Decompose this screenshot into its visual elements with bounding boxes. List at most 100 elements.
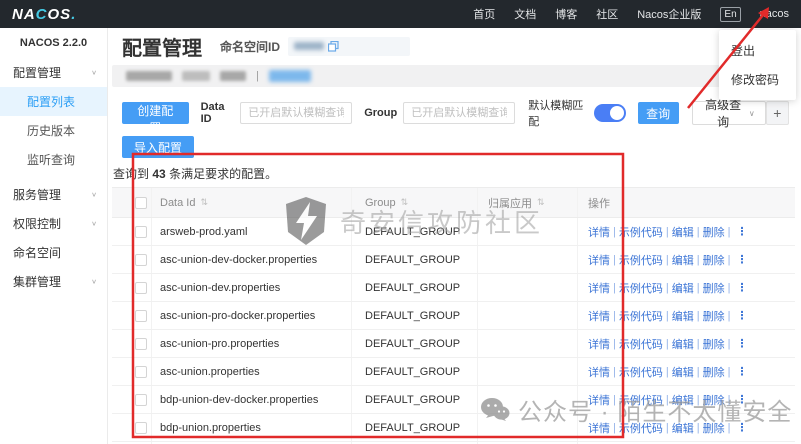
more-actions-icon[interactable]: ⋮ bbox=[736, 365, 747, 378]
sidebar-item-auth-control[interactable]: 权限控制 ∨ bbox=[0, 209, 107, 238]
nav-docs[interactable]: 文档 bbox=[514, 6, 536, 22]
redacted-namespace-tab-active[interactable] bbox=[268, 70, 311, 82]
cell-group: DEFAULT_GROUP bbox=[365, 225, 461, 238]
dataid-input[interactable] bbox=[240, 102, 353, 124]
advanced-search-button[interactable]: 高级查询 ∨ bbox=[691, 98, 766, 129]
action-edit[interactable]: 编辑 bbox=[672, 308, 694, 324]
row-checkbox[interactable] bbox=[135, 253, 147, 266]
action-delete[interactable]: 删除 bbox=[703, 252, 725, 268]
action-edit[interactable]: 编辑 bbox=[672, 392, 694, 408]
cell-group: DEFAULT_GROUP bbox=[365, 421, 461, 434]
sidebar-item-cluster-management[interactable]: 集群管理 ∨ bbox=[0, 267, 107, 296]
copy-icon[interactable] bbox=[328, 40, 339, 52]
sort-icon[interactable]: ⇅ bbox=[401, 197, 409, 208]
logout-menu-item[interactable]: 登出 bbox=[719, 36, 796, 65]
sidebar-item-config-management[interactable]: 配置管理 ∨ bbox=[0, 58, 107, 87]
row-checkbox[interactable] bbox=[135, 281, 147, 294]
sidebar-item-service-management[interactable]: 服务管理 ∨ bbox=[0, 180, 107, 209]
row-checkbox[interactable] bbox=[135, 309, 147, 322]
action-sample-code[interactable]: 示例代码 bbox=[619, 392, 663, 408]
more-actions-icon[interactable]: ⋮ bbox=[736, 309, 747, 322]
more-actions-icon[interactable]: ⋮ bbox=[736, 253, 747, 266]
user-menu-button[interactable]: nacos bbox=[760, 8, 789, 20]
action-sample-code[interactable]: 示例代码 bbox=[619, 308, 663, 324]
action-edit[interactable]: 编辑 bbox=[672, 224, 694, 240]
import-config-button[interactable]: 导入配置 bbox=[122, 136, 195, 158]
action-delete[interactable]: 删除 bbox=[703, 336, 725, 352]
action-edit[interactable]: 编辑 bbox=[672, 364, 694, 380]
action-detail[interactable]: 详情 bbox=[588, 392, 610, 408]
action-delete[interactable]: 删除 bbox=[703, 224, 725, 240]
sidebar-item-namespace[interactable]: 命名空间 bbox=[0, 238, 107, 267]
more-actions-icon[interactable]: ⋮ bbox=[736, 281, 747, 294]
action-delete[interactable]: 删除 bbox=[703, 308, 725, 324]
sidebar-item-listener-query[interactable]: 监听查询 bbox=[0, 145, 107, 174]
nav-blog[interactable]: 博客 bbox=[555, 6, 577, 22]
action-edit[interactable]: 编辑 bbox=[672, 252, 694, 268]
action-separator: | bbox=[613, 365, 616, 378]
nav-enterprise[interactable]: Nacos企业版 bbox=[637, 6, 701, 22]
action-delete[interactable]: 删除 bbox=[703, 364, 725, 380]
cell-group: DEFAULT_GROUP bbox=[365, 309, 461, 322]
action-separator: | bbox=[727, 281, 731, 294]
nav-home[interactable]: 首页 bbox=[473, 6, 495, 22]
toggle-knob bbox=[609, 106, 624, 120]
action-edit[interactable]: 编辑 bbox=[672, 336, 694, 352]
action-delete[interactable]: 删除 bbox=[703, 420, 725, 436]
sort-icon[interactable]: ⇅ bbox=[537, 197, 545, 208]
row-checkbox[interactable] bbox=[135, 393, 147, 406]
action-separator: | bbox=[665, 337, 669, 350]
add-button[interactable]: + bbox=[765, 101, 789, 125]
action-separator: | bbox=[665, 225, 669, 238]
more-actions-icon[interactable]: ⋮ bbox=[736, 393, 747, 406]
cell-data-id: asc-union-dev-docker.properties bbox=[160, 253, 318, 266]
action-separator: | bbox=[613, 281, 616, 294]
redacted-namespace-tab[interactable] bbox=[126, 71, 172, 81]
more-actions-icon[interactable]: ⋮ bbox=[736, 337, 747, 350]
nav-community[interactable]: 社区 bbox=[596, 6, 618, 22]
change-password-menu-item[interactable]: 修改密码 bbox=[719, 65, 796, 94]
action-sample-code[interactable]: 示例代码 bbox=[619, 252, 663, 268]
action-detail[interactable]: 详情 bbox=[588, 336, 610, 352]
column-header-dataid: Data Id bbox=[160, 196, 196, 209]
row-checkbox[interactable] bbox=[135, 337, 147, 350]
sidebar-item-label: 监听查询 bbox=[27, 153, 76, 167]
chevron-down-icon: ∨ bbox=[748, 108, 755, 118]
row-checkbox[interactable] bbox=[135, 365, 147, 378]
sidebar: NACOS 2.2.0 配置管理 ∨ 配置列表 历史版本 监听查询 服务管理 ∨… bbox=[0, 28, 108, 444]
action-detail[interactable]: 详情 bbox=[588, 364, 610, 380]
sidebar-item-config-list[interactable]: 配置列表 bbox=[0, 87, 107, 116]
row-checkbox[interactable] bbox=[135, 421, 147, 434]
action-detail[interactable]: 详情 bbox=[588, 308, 610, 324]
row-checkbox[interactable] bbox=[135, 225, 147, 238]
tab-separator: | bbox=[256, 70, 259, 82]
action-edit[interactable]: 编辑 bbox=[672, 280, 694, 296]
action-sample-code[interactable]: 示例代码 bbox=[619, 224, 663, 240]
group-input[interactable] bbox=[403, 102, 516, 124]
action-sample-code[interactable]: 示例代码 bbox=[619, 364, 663, 380]
sidebar-item-history[interactable]: 历史版本 bbox=[0, 116, 107, 145]
action-detail[interactable]: 详情 bbox=[588, 420, 610, 436]
redacted-namespace-tab[interactable] bbox=[220, 71, 246, 81]
action-delete[interactable]: 删除 bbox=[703, 280, 725, 296]
action-detail[interactable]: 详情 bbox=[588, 252, 610, 268]
search-button[interactable]: 查询 bbox=[637, 102, 679, 124]
action-sample-code[interactable]: 示例代码 bbox=[619, 420, 663, 436]
action-delete[interactable]: 删除 bbox=[703, 392, 725, 408]
fuzzy-match-toggle[interactable] bbox=[593, 104, 626, 122]
table-body: arsweb-prod.yaml DEFAULT_GROUP 详情 | 示例代码 | 编… bbox=[112, 218, 795, 444]
action-sample-code[interactable]: 示例代码 bbox=[619, 336, 663, 352]
namespace-tabs[interactable]: | bbox=[112, 65, 795, 87]
action-detail[interactable]: 详情 bbox=[588, 280, 610, 296]
action-sample-code[interactable]: 示例代码 bbox=[619, 280, 663, 296]
redacted-namespace-tab[interactable] bbox=[182, 71, 210, 81]
sort-icon[interactable]: ⇅ bbox=[200, 197, 208, 208]
cell-data-id: asc-union.properties bbox=[160, 365, 260, 378]
action-detail[interactable]: 详情 bbox=[588, 224, 610, 240]
action-edit[interactable]: 编辑 bbox=[672, 420, 694, 436]
select-all-checkbox[interactable] bbox=[135, 196, 147, 209]
language-toggle[interactable]: En bbox=[720, 6, 741, 22]
create-config-button[interactable]: 创建配置 bbox=[122, 102, 189, 135]
more-actions-icon[interactable]: ⋮ bbox=[736, 225, 747, 238]
more-actions-icon[interactable]: ⋮ bbox=[736, 421, 747, 434]
